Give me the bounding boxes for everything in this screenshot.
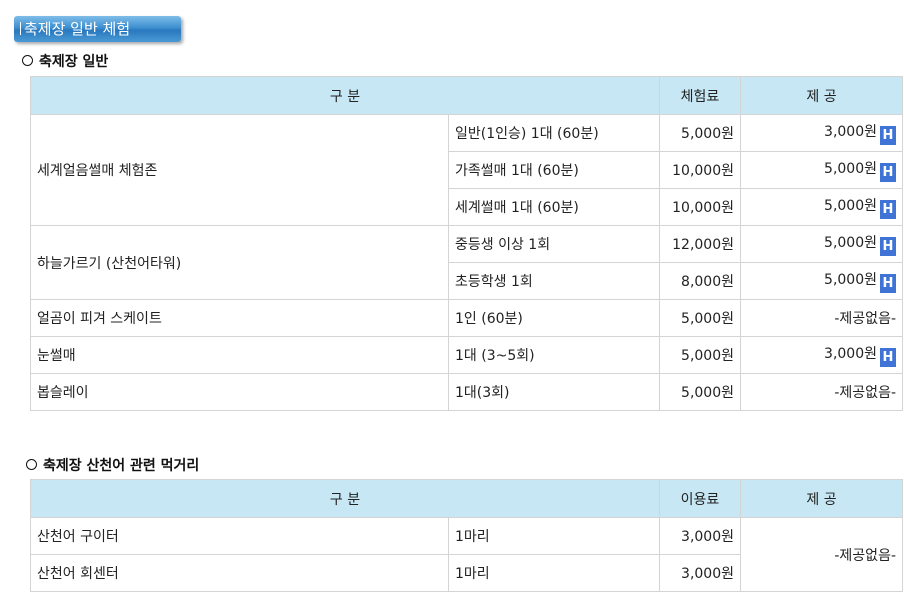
activity-fee: 12,000원 — [659, 225, 741, 263]
table-row: 하늘가르기 (산천어타워) 중등생 이상 1회 12,000원 5,000원 H — [30, 225, 903, 300]
food-table: 구 분 이용료 제 공 산천어 구이터 1마리 3,000원 -제공없음- 산천어 회센… — [30, 479, 903, 592]
activity-name: 눈썰매 — [30, 336, 449, 374]
table-header-row: 구 분 이용료 제 공 — [30, 479, 903, 518]
activity-detail: 1대(3회) — [448, 373, 660, 411]
activity-fee: 5,000원 — [659, 299, 741, 337]
activity-detail: 중등생 이상 1회 — [448, 225, 660, 263]
page-title: 축제장 일반 체험 — [24, 20, 131, 38]
activity-detail: 1인 (60분) — [448, 299, 660, 337]
header-fee: 이용료 — [659, 479, 741, 518]
activity-detail: 초등학생 1회 — [448, 262, 660, 300]
title-bar-mark — [20, 22, 21, 35]
table-row: 산천어 구이터 1마리 3,000원 -제공없음- — [30, 517, 903, 592]
circle-bullet-icon — [22, 55, 33, 66]
h-badge-icon: H — [880, 126, 896, 145]
offer-price: 5,000원 — [824, 198, 877, 214]
table-row: 세계얼음썰매 체험존 일반(1인승) 1대 (60분) 5,000원 3,000원 H — [30, 114, 903, 226]
section-heading-food: 축제장 산천어 관련 먹거리 — [26, 455, 199, 475]
activity-offer: 5,000원 H — [740, 225, 903, 263]
offer-price: 5,000원 — [824, 235, 877, 251]
offer-price: 5,000원 — [824, 272, 877, 288]
table-row: 얼곰이 피겨 스케이트 1인 (60분) 5,000원 -제공없음- — [30, 299, 903, 337]
header-category: 구 분 — [30, 479, 660, 518]
activity-detail: 가족썰매 1대 (60분) — [448, 151, 660, 189]
activity-offer: 5,000원 H — [740, 151, 903, 189]
offer-price: 5,000원 — [824, 161, 877, 177]
activity-fee: 5,000원 — [659, 373, 741, 411]
activity-detail: 세계썰매 1대 (60분) — [448, 188, 660, 226]
food-fee: 3,000원 — [659, 517, 741, 555]
h-badge-icon: H — [880, 163, 896, 182]
general-experience-table: 구 분 체험료 제 공 세계얼음썰매 체험존 일반(1인승) 1대 (60분) 5,… — [30, 76, 903, 411]
section-heading-general: 축제장 일반 — [22, 51, 108, 71]
activity-offer: -제공없음- — [740, 373, 903, 411]
activity-fee: 5,000원 — [659, 336, 741, 374]
header-category: 구 분 — [30, 76, 660, 115]
activity-fee: 8,000원 — [659, 262, 741, 300]
food-name: 산천어 구이터 — [30, 517, 449, 555]
activity-name: 세계얼음썰매 체험존 — [30, 114, 449, 226]
activity-name: 봅슬레이 — [30, 373, 449, 411]
food-name: 산천어 회센터 — [30, 554, 449, 592]
h-badge-icon: H — [880, 200, 896, 219]
activity-offer: 5,000원 H — [740, 262, 903, 300]
activity-detail: 일반(1인승) 1대 (60분) — [448, 114, 660, 152]
header-offer: 제 공 — [740, 76, 903, 115]
offer-price: -제공없음- — [834, 311, 896, 327]
activity-offer: 3,000원 H — [740, 114, 903, 152]
circle-bullet-icon — [26, 459, 37, 470]
offer-price: 3,000원 — [824, 124, 877, 140]
h-badge-icon: H — [880, 237, 896, 256]
food-detail: 1마리 — [448, 517, 660, 555]
activity-fee: 10,000원 — [659, 151, 741, 189]
food-detail: 1마리 — [448, 554, 660, 592]
section-heading-food-text: 축제장 산천어 관련 먹거리 — [43, 458, 200, 474]
section-heading-general-text: 축제장 일반 — [39, 54, 109, 70]
header-offer: 제 공 — [740, 479, 903, 518]
offer-price: -제공없음- — [834, 385, 896, 401]
activity-name: 얼곰이 피겨 스케이트 — [30, 299, 449, 337]
table-row: 눈썰매 1대 (3~5회) 5,000원 3,000원 H — [30, 336, 903, 374]
header-fee: 체험료 — [659, 76, 741, 115]
activity-detail: 1대 (3~5회) — [448, 336, 660, 374]
activity-offer: 3,000원 H — [740, 336, 903, 374]
food-offer: -제공없음- — [740, 517, 903, 592]
food-fee: 3,000원 — [659, 554, 741, 592]
table-header-row: 구 분 체험료 제 공 — [30, 76, 903, 115]
activity-fee: 10,000원 — [659, 188, 741, 226]
offer-price: 3,000원 — [824, 346, 877, 362]
activity-offer: 5,000원 H — [740, 188, 903, 226]
page-title-bar: 축제장 일반 체험 — [14, 16, 181, 42]
activity-fee: 5,000원 — [659, 114, 741, 152]
activity-offer: -제공없음- — [740, 299, 903, 337]
table-row: 봅슬레이 1대(3회) 5,000원 -제공없음- — [30, 373, 903, 411]
h-badge-icon: H — [880, 348, 896, 367]
activity-name: 하늘가르기 (산천어타워) — [30, 225, 449, 300]
h-badge-icon: H — [880, 274, 896, 293]
